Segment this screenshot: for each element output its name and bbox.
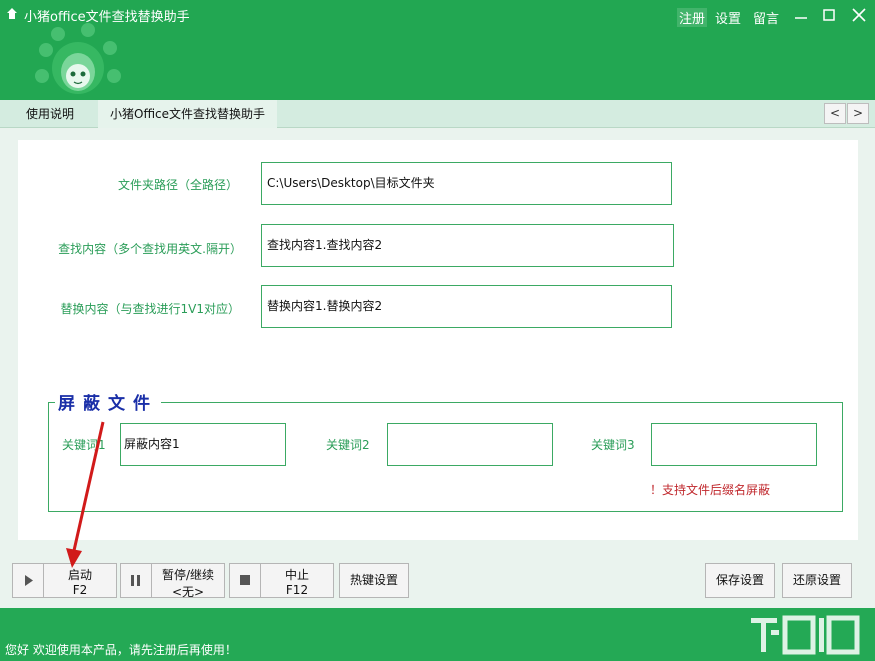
pause-hotkey: <无>: [171, 585, 205, 599]
find-content-label: 查找内容（多个查找用英文.隔开）: [58, 242, 242, 256]
keyword1-label: 关键词1: [62, 438, 106, 452]
start-hotkey: F2: [72, 583, 88, 597]
play-icon[interactable]: [12, 563, 44, 598]
replace-content-input[interactable]: 替换内容1.替换内容2: [261, 285, 672, 328]
stop-button[interactable]: 中止 F12: [260, 563, 334, 598]
stop-hotkey: F12: [285, 583, 309, 597]
find-content-input[interactable]: 查找内容1.查找内容2: [261, 224, 674, 267]
tab-next-button[interactable]: >: [847, 103, 869, 124]
restore-settings-button[interactable]: 还原设置: [782, 563, 852, 598]
bottom-toolbar: 启动 F2 暂停/继续 <无> 中止 F12 热键设置 保存设置 还原设置: [0, 553, 875, 608]
folder-path-input[interactable]: C:\Users\Desktop\目标文件夹: [261, 162, 672, 205]
keyword3-input[interactable]: [651, 423, 817, 466]
tab-bar: 使用说明 小猪Office文件查找替换助手 < >: [0, 100, 875, 128]
pause-icon[interactable]: [120, 563, 152, 598]
maximize-icon[interactable]: [818, 4, 840, 26]
stop-icon[interactable]: [229, 563, 261, 598]
replace-content-label: 替换内容（与查找进行1V1对应）: [60, 302, 240, 316]
hotkey-settings-button[interactable]: 热键设置: [339, 563, 409, 598]
tab-find-replace[interactable]: 小猪Office文件查找替换助手: [98, 100, 278, 128]
tab-instructions[interactable]: 使用说明: [14, 100, 86, 128]
settings-link[interactable]: 设置: [715, 8, 741, 27]
close-icon[interactable]: [848, 4, 870, 26]
keyword1-input[interactable]: 屏蔽内容1: [120, 423, 286, 466]
tab-prev-button[interactable]: <: [824, 103, 846, 124]
status-message: 您好 欢迎使用本产品，请先注册后再使用！: [5, 643, 237, 657]
status-bar: 您好 欢迎使用本产品，请先注册后再使用！: [0, 608, 875, 661]
folder-path-label: 文件夹路径（全路径）: [117, 178, 238, 192]
title-bar: 小猪office文件查找替换助手 注册 设置 留言: [0, 0, 875, 100]
mascot-logo-icon: [35, 23, 121, 94]
keyword2-label: 关键词2: [326, 438, 370, 452]
stop-label: 中止: [284, 568, 309, 582]
watermark-logo-icon: [751, 615, 860, 655]
start-button[interactable]: 启动 F2: [43, 563, 117, 598]
keyword3-label: 关键词3: [591, 438, 635, 452]
pause-resume-button[interactable]: 暂停/继续 <无>: [151, 563, 225, 599]
minimize-icon[interactable]: [790, 4, 812, 26]
pause-label: 暂停/继续: [161, 568, 215, 582]
keyword2-input[interactable]: [387, 423, 553, 466]
mask-files-title: 屏蔽文件: [55, 389, 161, 414]
save-settings-button[interactable]: 保存设置: [705, 563, 775, 598]
register-link[interactable]: 注册: [677, 8, 708, 27]
start-label: 启动: [67, 568, 92, 582]
app-logo-icon: [7, 8, 17, 19]
suffix-mask-note: ！支持文件后缀名屏蔽: [650, 483, 771, 497]
message-link[interactable]: 留言: [753, 8, 779, 27]
